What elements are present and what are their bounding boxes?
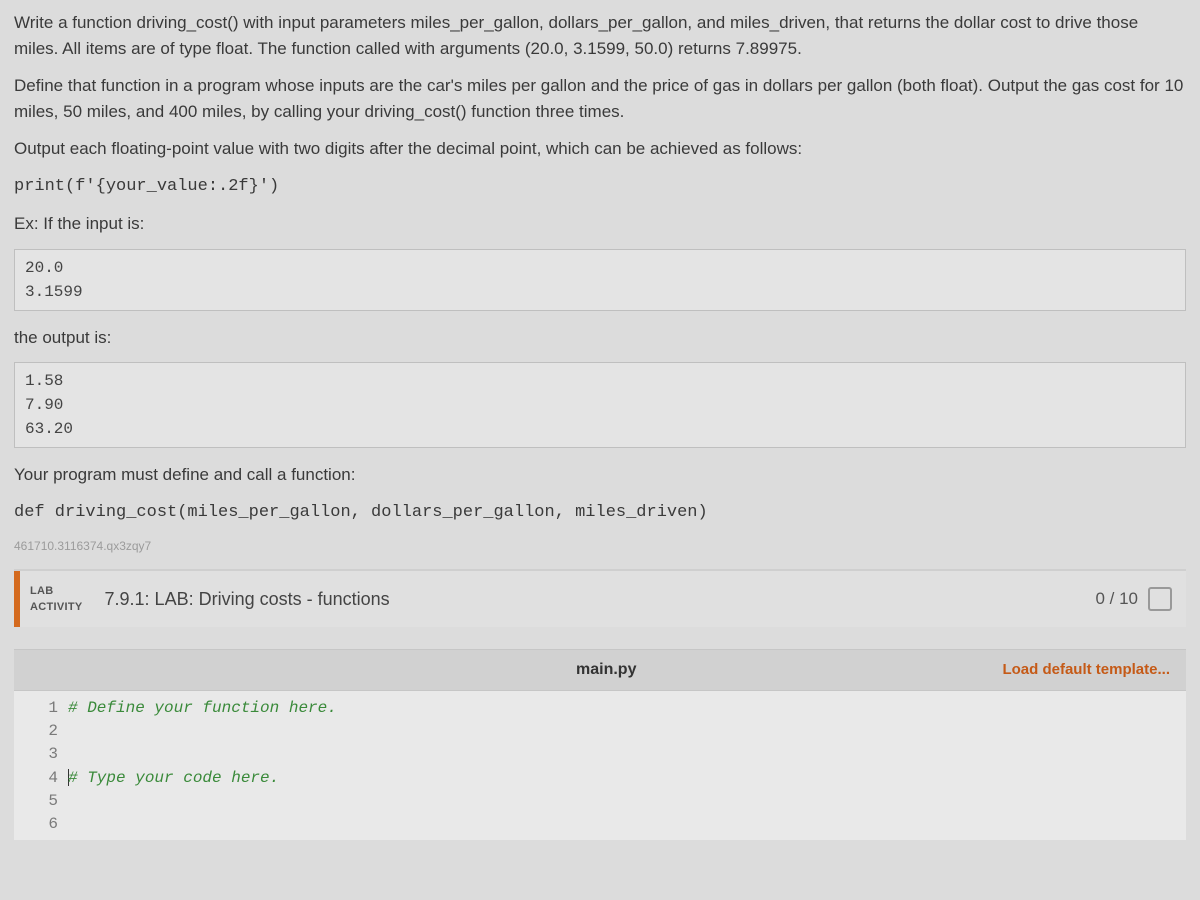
example-input-box: 20.0 3.1599: [14, 249, 1186, 311]
lab-activity-tag: LAB ACTIVITY: [14, 571, 97, 627]
score-checkbox-icon: [1148, 587, 1172, 611]
example-output-label: the output is:: [14, 325, 1186, 351]
example-input-label: Ex: If the input is:: [14, 211, 1186, 237]
lab-score: 0 / 10: [1081, 571, 1186, 627]
print-example-code: print(f'{your_value:.2f}'): [14, 174, 1186, 200]
load-default-template-link[interactable]: Load default template...: [1002, 659, 1170, 682]
code-content[interactable]: [68, 813, 1186, 836]
code-content[interactable]: [68, 720, 1186, 743]
code-content[interactable]: [68, 743, 1186, 766]
lab-activity-bar: LAB ACTIVITY 7.9.1: LAB: Driving costs -…: [14, 569, 1186, 627]
code-content[interactable]: # Type your code here.: [68, 767, 1186, 790]
lab-title: 7.9.1: LAB: Driving costs - functions: [97, 571, 1082, 627]
line-number: 3: [14, 743, 68, 766]
lab-tag-line2: ACTIVITY: [30, 599, 83, 616]
function-signature: def driving_cost(miles_per_gallon, dolla…: [14, 500, 1186, 526]
editor-line[interactable]: 6: [14, 813, 1186, 836]
code-content[interactable]: # Define your function here.: [68, 697, 1186, 720]
editor-line[interactable]: 3: [14, 743, 1186, 766]
line-number: 6: [14, 813, 68, 836]
editor-line[interactable]: 2: [14, 720, 1186, 743]
define-call-label: Your program must define and call a func…: [14, 462, 1186, 488]
line-number: 4: [14, 767, 68, 790]
line-number: 5: [14, 790, 68, 813]
content-id: 461710.3116374.qx3zqy7: [14, 537, 1186, 555]
editor-line[interactable]: 5: [14, 790, 1186, 813]
output-label-section: the output is:: [14, 325, 1186, 351]
prompt-paragraph-2: Define that function in a program whose …: [14, 73, 1186, 124]
prompt-paragraph-1: Write a function driving_cost() with inp…: [14, 10, 1186, 61]
score-text: 0 / 10: [1095, 586, 1138, 612]
prompt-paragraph-3: Output each floating-point value with tw…: [14, 136, 1186, 162]
code-editor[interactable]: 1# Define your function here.234# Type y…: [14, 691, 1186, 840]
file-tab[interactable]: main.py: [210, 658, 1002, 682]
lab-tag-line1: LAB: [30, 583, 83, 600]
example-output-box: 1.58 7.90 63.20: [14, 362, 1186, 448]
function-requirement: Your program must define and call a func…: [14, 462, 1186, 525]
code-content[interactable]: [68, 790, 1186, 813]
editor-header: main.py Load default template...: [14, 649, 1186, 691]
prompt-section: Write a function driving_cost() with inp…: [14, 10, 1186, 237]
line-number: 2: [14, 720, 68, 743]
editor-line[interactable]: 4# Type your code here.: [14, 767, 1186, 790]
editor-line[interactable]: 1# Define your function here.: [14, 697, 1186, 720]
line-number: 1: [14, 697, 68, 720]
